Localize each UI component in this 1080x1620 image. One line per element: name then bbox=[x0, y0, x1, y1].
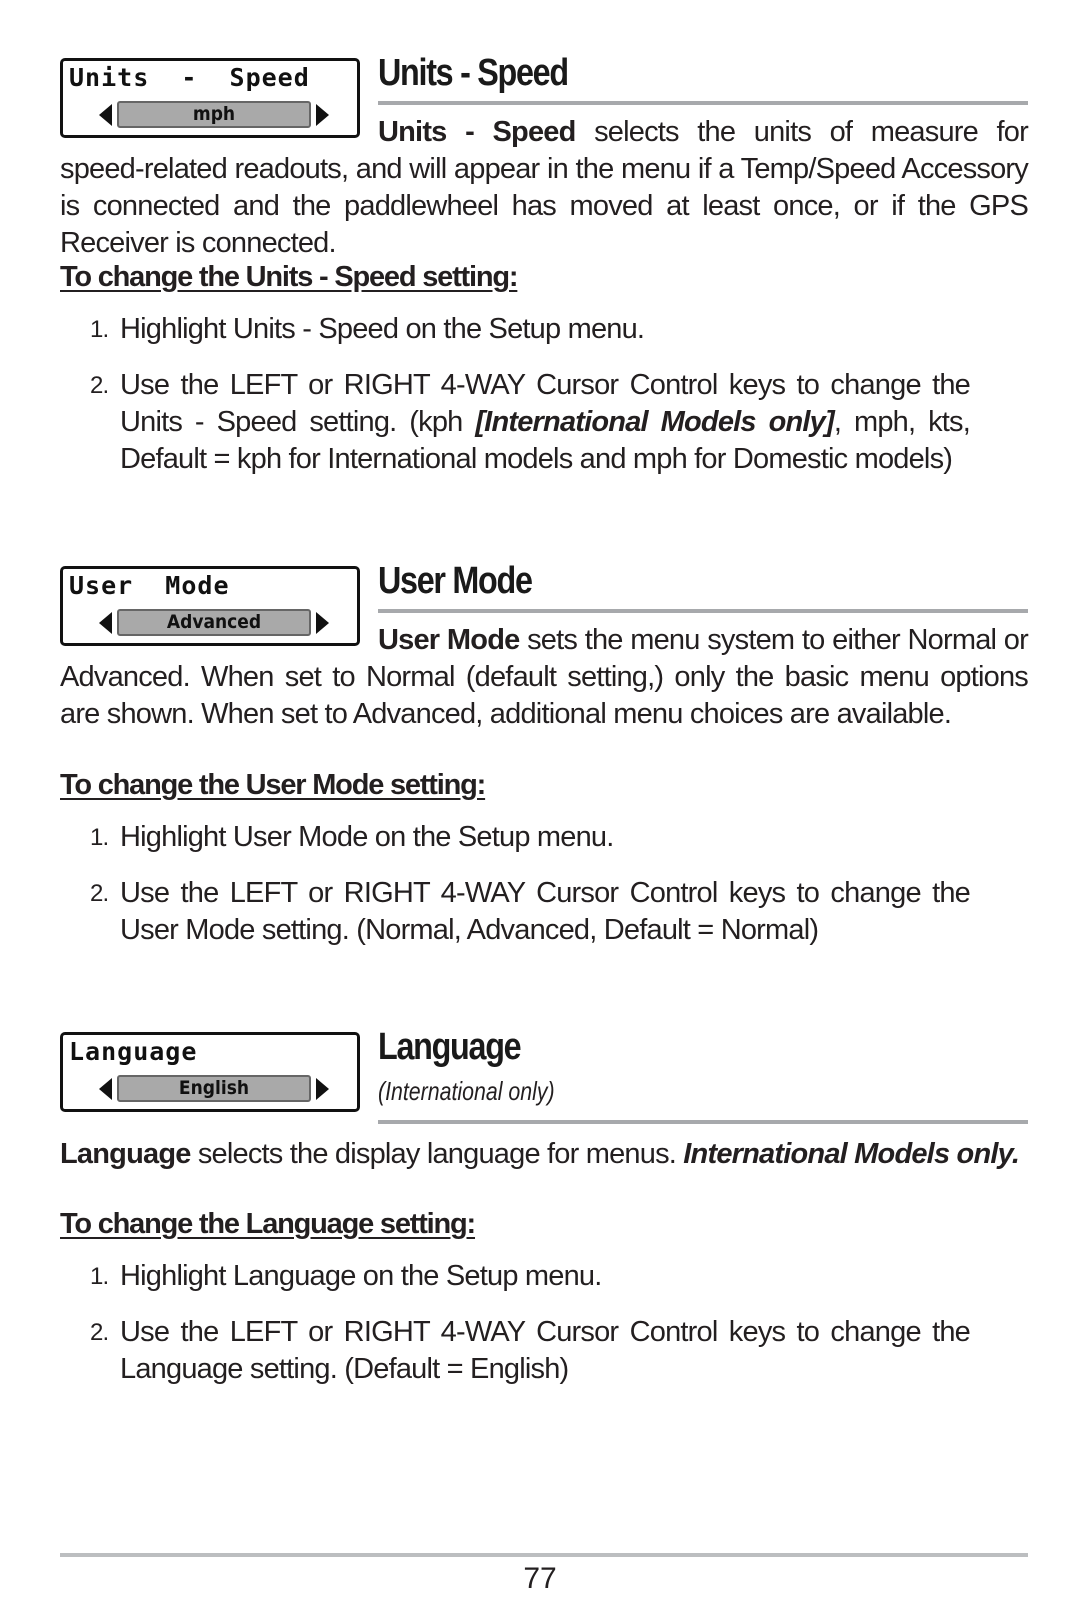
step-text: Use the LEFT or RIGHT 4-WAY Cursor Contr… bbox=[120, 1316, 971, 1385]
step-number: 1. bbox=[90, 1263, 109, 1290]
section-heading: User Mode bbox=[378, 560, 533, 602]
footer-rule bbox=[60, 1553, 1028, 1557]
step-text: Use the LEFT or RIGHT 4-WAY Cursor Contr… bbox=[120, 877, 971, 946]
description-bold-lead: Units - Speed bbox=[378, 116, 576, 148]
step-number: 2. bbox=[90, 880, 109, 907]
step-text: Highlight User Mode on the Setup menu. bbox=[120, 821, 614, 853]
description-text: selects the display language for menus. bbox=[190, 1138, 684, 1170]
steps-list: 1. Highlight Language on the Setup menu.… bbox=[90, 1258, 971, 1407]
heading-rule bbox=[378, 101, 1028, 105]
widget-title: Units - Speed bbox=[69, 63, 310, 92]
step-number: 1. bbox=[90, 316, 109, 343]
section-heading: Units - Speed bbox=[378, 52, 569, 94]
arrow-left-icon bbox=[99, 1078, 112, 1100]
step-item: 2. Use the LEFT or RIGHT 4-WAY Cursor Co… bbox=[90, 367, 971, 478]
step-number: 2. bbox=[90, 1319, 109, 1346]
description-bold-lead: Language bbox=[60, 1138, 191, 1170]
description-italic-note: International Models only. bbox=[683, 1138, 1020, 1170]
step-number: 2. bbox=[90, 372, 109, 399]
section-subheading: (International only) bbox=[378, 1076, 555, 1106]
description-bold-lead: User Mode bbox=[378, 624, 520, 656]
arrow-right-icon bbox=[316, 1078, 329, 1100]
section-heading: Language bbox=[378, 1026, 522, 1068]
howto-heading: To change the Language setting: bbox=[60, 1208, 476, 1240]
step-text: Highlight Language on the Setup menu. bbox=[120, 1260, 602, 1292]
section-description: User Mode sets the menu system to either… bbox=[60, 622, 1029, 733]
page-number: 77 bbox=[523, 1562, 557, 1595]
howto-heading: To change the User Mode setting: bbox=[60, 769, 486, 801]
heading-rule bbox=[378, 1120, 1028, 1124]
step-item: 2. Use the LEFT or RIGHT 4-WAY Cursor Co… bbox=[90, 875, 971, 949]
step-item: 1. Highlight Units - Speed on the Setup … bbox=[90, 311, 970, 348]
step-italic-note: [International Models only] bbox=[475, 406, 834, 438]
steps-list: 1. Highlight User Mode on the Setup menu… bbox=[90, 819, 971, 968]
step-item: 1. Highlight User Mode on the Setup menu… bbox=[90, 819, 970, 856]
howto-heading: To change the Units - Speed setting: bbox=[60, 261, 519, 293]
heading-rule bbox=[378, 609, 1028, 613]
step-text: Highlight Units - Speed on the Setup men… bbox=[120, 313, 645, 345]
section-description: Units - Speed selects the units of measu… bbox=[60, 114, 1029, 262]
widget-title: User Mode bbox=[69, 571, 230, 600]
widget-title: Language bbox=[69, 1037, 198, 1066]
step-number: 1. bbox=[90, 824, 109, 851]
step-item: 2. Use the LEFT or RIGHT 4-WAY Cursor Co… bbox=[90, 1314, 971, 1388]
widget-value: English bbox=[117, 1075, 311, 1102]
section-description: Language selects the display language fo… bbox=[60, 1136, 1028, 1173]
menu-widget-language: Language English bbox=[60, 1032, 360, 1112]
step-item: 1. Highlight Language on the Setup menu. bbox=[90, 1258, 970, 1295]
steps-list: 1. Highlight Units - Speed on the Setup … bbox=[90, 311, 971, 497]
